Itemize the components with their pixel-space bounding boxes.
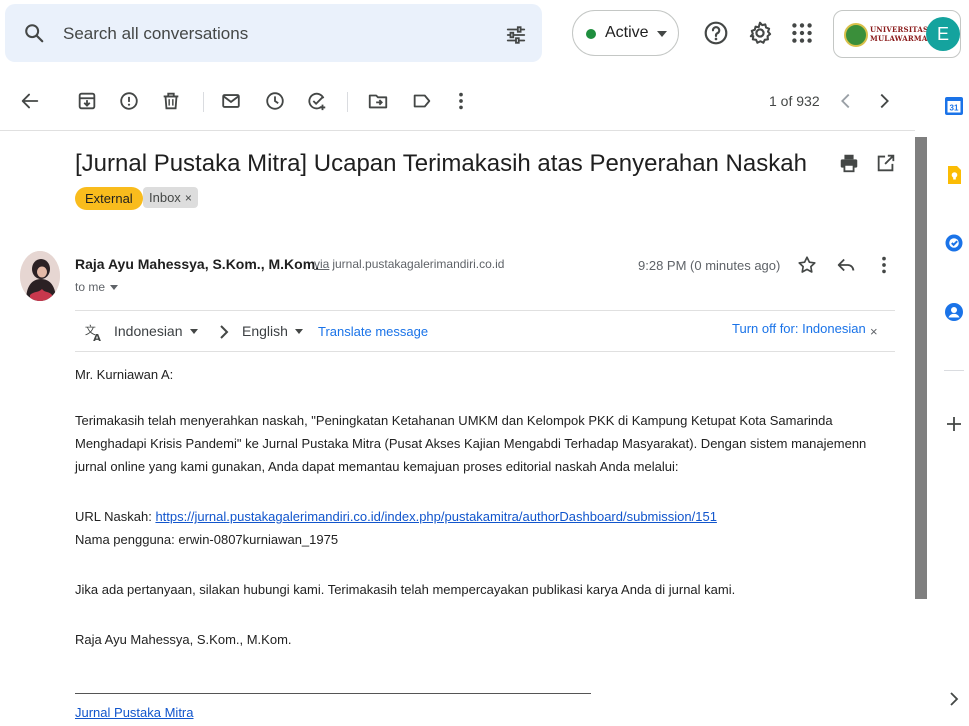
email-subject: [Jurnal Pustaka Mitra] Ucapan Terimakasi…	[75, 150, 807, 177]
turn-off-translation-link[interactable]: Turn off for: Indonesian	[732, 321, 866, 336]
close-icon[interactable]: ×	[870, 324, 878, 339]
label-icon[interactable]	[411, 90, 433, 112]
chevron-down-icon[interactable]	[110, 285, 119, 290]
pagination-count: 1 of 932	[769, 93, 820, 109]
contacts-icon[interactable]	[944, 302, 964, 322]
email-paragraph: Terimakasih telah menyerahkan naskah, "P…	[75, 413, 867, 474]
email-signature: Raja Ayu Mahessya, S.Kom., M.Kom.	[75, 632, 292, 647]
search-options-icon[interactable]	[505, 24, 527, 46]
mark-unread-icon[interactable]	[220, 90, 242, 112]
move-to-folder-icon[interactable]	[367, 90, 389, 112]
print-icon[interactable]	[838, 152, 860, 174]
university-logo	[844, 23, 868, 47]
star-icon[interactable]	[796, 254, 818, 276]
top-bar: Search all conversations Active UNIVERSI…	[0, 0, 969, 70]
target-language-select[interactable]: English	[242, 323, 303, 339]
email-timestamp: 9:28 PM (0 minutes ago)	[638, 258, 781, 273]
add-icon[interactable]	[944, 414, 964, 434]
via-link[interactable]: via	[314, 257, 329, 271]
recipient-text: to me	[75, 280, 106, 294]
search-box[interactable]: Search all conversations	[5, 4, 542, 62]
toolbar-divider	[347, 92, 348, 112]
sender-via: via jurnal.pustakagalerimandiri.co.id	[314, 257, 504, 271]
scrollbar-thumb[interactable]	[915, 137, 927, 599]
open-new-window-icon[interactable]	[875, 152, 897, 174]
archive-icon[interactable]	[76, 90, 98, 112]
back-arrow-icon[interactable]	[19, 90, 41, 112]
message-toolbar: 1 of 932	[0, 80, 915, 124]
source-language-select[interactable]: Indonesian	[114, 323, 198, 339]
chevron-right-icon[interactable]	[873, 90, 895, 112]
more-options-icon[interactable]	[873, 254, 895, 276]
settings-icon[interactable]	[747, 20, 773, 46]
status-label: Active	[605, 24, 649, 41]
sender-name[interactable]: Raja Ayu Mahessya, S.Kom., M.Kom.	[75, 256, 319, 272]
translate-message-link[interactable]: Translate message	[318, 324, 428, 339]
chevron-left-icon[interactable]	[835, 90, 857, 112]
inbox-label-text: Inbox	[149, 190, 181, 205]
inbox-label: Inbox ×	[143, 187, 198, 208]
svg-text:A: A	[93, 333, 101, 343]
university-name: UNIVERSITAS MULAWARMAN	[870, 25, 935, 43]
toolbar-divider-line	[0, 130, 915, 131]
source-language-label: Indonesian	[114, 323, 183, 339]
tasks-icon[interactable]	[944, 233, 964, 253]
side-panel: 31	[929, 70, 969, 726]
side-panel-divider	[944, 370, 964, 371]
recipient-details[interactable]: to me	[75, 280, 119, 294]
calendar-icon[interactable]: 31	[944, 96, 964, 116]
snooze-clock-icon[interactable]	[264, 90, 286, 112]
translate-bar: 文A Indonesian English Translate message …	[75, 310, 895, 352]
via-domain: jurnal.pustakagalerimandiri.co.id	[332, 257, 505, 271]
chevron-down-icon	[657, 31, 667, 37]
svg-text:31: 31	[950, 104, 959, 113]
journal-link-line: Jurnal Pustaka Mitra	[75, 701, 475, 724]
reply-icon[interactable]	[835, 254, 857, 276]
target-language-label: English	[242, 323, 288, 339]
chevron-right-icon	[220, 325, 229, 339]
more-options-icon[interactable]	[450, 90, 472, 112]
report-spam-icon[interactable]	[118, 90, 140, 112]
keep-icon[interactable]	[944, 165, 964, 185]
external-label: External	[75, 187, 143, 210]
submission-url-line: URL Naskah: https://jurnal.pustakagaleri…	[75, 505, 895, 528]
username-line: Nama pengguna: erwin-0807kurniawan_1975	[75, 532, 339, 547]
account-avatar[interactable]: E	[926, 17, 960, 51]
active-status-dot	[586, 29, 596, 39]
search-icon[interactable]	[23, 22, 45, 44]
chevron-right-icon[interactable]	[944, 689, 964, 709]
account-chip[interactable]: UNIVERSITAS MULAWARMAN E	[833, 10, 961, 58]
url-label: URL Naskah:	[75, 509, 156, 524]
search-input[interactable]: Search all conversations	[63, 24, 248, 44]
apps-grid-icon[interactable]	[789, 20, 815, 46]
translate-icon: 文A	[85, 323, 101, 343]
sender-avatar[interactable]	[20, 251, 60, 301]
journal-link[interactable]: Jurnal Pustaka Mitra	[75, 705, 194, 720]
submission-url-link[interactable]: https://jurnal.pustakagalerimandiri.co.i…	[155, 509, 716, 524]
email-greeting: Mr. Kurniawan A:	[75, 367, 174, 382]
toolbar-divider	[203, 92, 204, 112]
signature-divider	[75, 693, 591, 694]
chevron-down-icon	[189, 329, 198, 334]
status-dropdown[interactable]: Active	[572, 10, 679, 56]
sender-photo	[20, 251, 60, 301]
add-to-tasks-icon[interactable]	[306, 90, 328, 112]
chevron-down-icon	[294, 329, 303, 334]
help-icon[interactable]	[703, 20, 729, 46]
email-paragraph: Jika ada pertanyaan, silakan hubungi kam…	[75, 582, 736, 597]
delete-icon[interactable]	[160, 90, 182, 112]
remove-label-icon[interactable]: ×	[185, 191, 192, 205]
